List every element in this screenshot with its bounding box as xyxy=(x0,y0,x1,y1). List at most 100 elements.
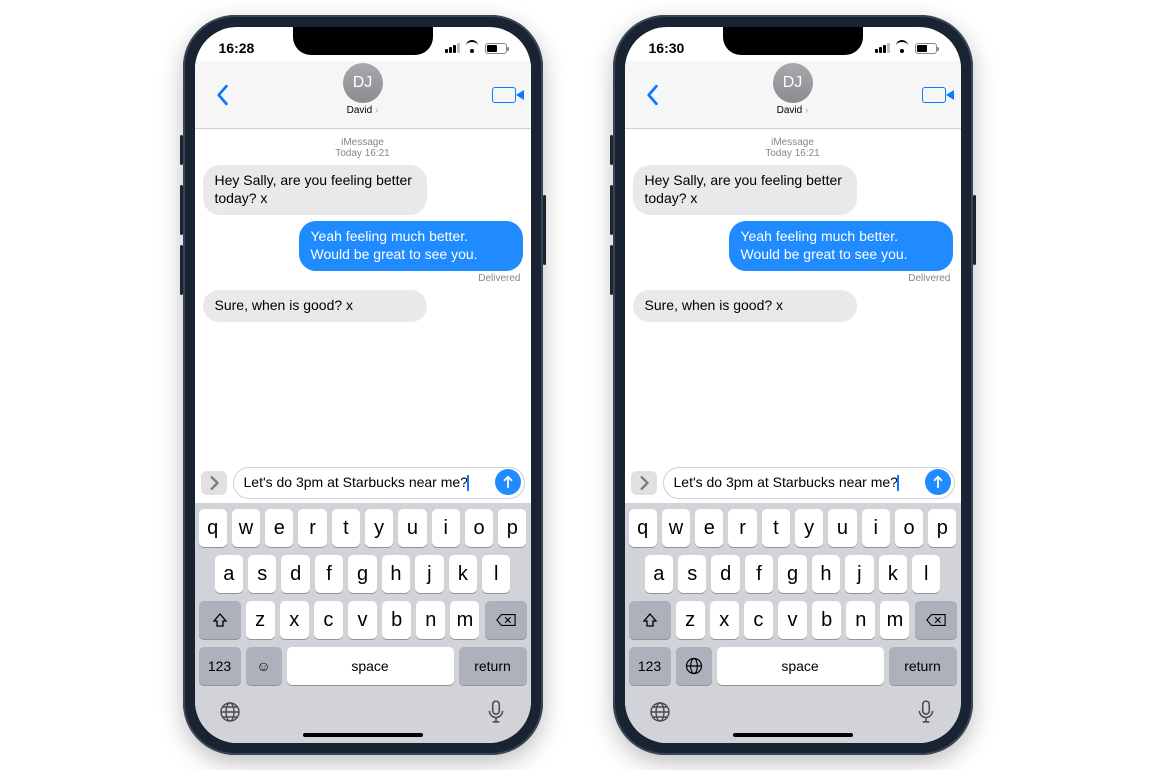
key-e[interactable]: e xyxy=(695,509,723,547)
emoji-key[interactable]: ☺ xyxy=(246,647,282,685)
key-q[interactable]: q xyxy=(199,509,227,547)
notch xyxy=(723,27,863,55)
key-z[interactable]: z xyxy=(676,601,705,639)
chevron-right-icon: › xyxy=(375,105,378,116)
delete-key[interactable] xyxy=(485,601,527,639)
home-indicator[interactable] xyxy=(733,733,853,737)
key-h[interactable]: h xyxy=(382,555,410,593)
avatar: DJ xyxy=(773,63,813,103)
key-c[interactable]: c xyxy=(314,601,343,639)
return-key[interactable]: return xyxy=(889,647,957,685)
back-button[interactable] xyxy=(637,84,667,106)
key-d[interactable]: d xyxy=(281,555,309,593)
key-k[interactable]: k xyxy=(879,555,907,593)
key-i[interactable]: i xyxy=(862,509,890,547)
message-out[interactable]: Yeah feeling much better. Would be great… xyxy=(729,221,953,271)
key-b[interactable]: b xyxy=(812,601,841,639)
key-n[interactable]: n xyxy=(416,601,445,639)
shift-key[interactable] xyxy=(629,601,671,639)
key-l[interactable]: l xyxy=(912,555,940,593)
key-g[interactable]: g xyxy=(348,555,376,593)
key-a[interactable]: a xyxy=(645,555,673,593)
space-key[interactable]: space xyxy=(287,647,454,685)
send-button[interactable] xyxy=(925,469,951,495)
key-a[interactable]: a xyxy=(215,555,243,593)
facetime-button[interactable] xyxy=(489,87,519,103)
key-t[interactable]: t xyxy=(332,509,360,547)
key-e[interactable]: e xyxy=(265,509,293,547)
message-thread[interactable]: iMessageToday 16:21 Hey Sally, are you f… xyxy=(625,129,961,461)
globe-icon[interactable] xyxy=(647,699,673,725)
key-v[interactable]: v xyxy=(778,601,807,639)
contact-info[interactable]: DJ David › xyxy=(773,63,813,116)
contact-info[interactable]: DJ David › xyxy=(343,63,383,116)
key-x[interactable]: x xyxy=(710,601,739,639)
key-n[interactable]: n xyxy=(846,601,875,639)
key-t[interactable]: t xyxy=(762,509,790,547)
notch xyxy=(293,27,433,55)
back-button[interactable] xyxy=(207,84,237,106)
key-p[interactable]: p xyxy=(928,509,956,547)
key-r[interactable]: r xyxy=(298,509,326,547)
key-j[interactable]: j xyxy=(845,555,873,593)
keyboard: qwertyuiop asdfghjkl zxcvbnm 123 ☺ space… xyxy=(195,503,531,743)
key-y[interactable]: y xyxy=(795,509,823,547)
key-i[interactable]: i xyxy=(432,509,460,547)
cellular-icon xyxy=(444,40,460,56)
globe-icon[interactable] xyxy=(217,699,243,725)
key-x[interactable]: x xyxy=(280,601,309,639)
numeric-key[interactable]: 123 xyxy=(629,647,671,685)
key-s[interactable]: s xyxy=(248,555,276,593)
home-indicator[interactable] xyxy=(303,733,423,737)
return-key[interactable]: return xyxy=(459,647,527,685)
key-b[interactable]: b xyxy=(382,601,411,639)
shift-key[interactable] xyxy=(199,601,241,639)
key-f[interactable]: f xyxy=(315,555,343,593)
key-u[interactable]: u xyxy=(398,509,426,547)
message-in[interactable]: Sure, when is good? x xyxy=(633,290,857,322)
key-m[interactable]: m xyxy=(880,601,909,639)
key-d[interactable]: d xyxy=(711,555,739,593)
mic-icon[interactable] xyxy=(913,699,939,725)
send-button[interactable] xyxy=(495,469,521,495)
key-k[interactable]: k xyxy=(449,555,477,593)
key-c[interactable]: c xyxy=(744,601,773,639)
key-o[interactable]: o xyxy=(465,509,493,547)
message-in[interactable]: Hey Sally, are you feeling better today?… xyxy=(203,165,427,215)
key-w[interactable]: w xyxy=(232,509,260,547)
key-g[interactable]: g xyxy=(778,555,806,593)
message-thread[interactable]: iMessageToday 16:21 Hey Sally, are you f… xyxy=(195,129,531,461)
message-in[interactable]: Sure, when is good? x xyxy=(203,290,427,322)
mic-icon[interactable] xyxy=(483,699,509,725)
key-j[interactable]: j xyxy=(415,555,443,593)
key-o[interactable]: o xyxy=(895,509,923,547)
key-r[interactable]: r xyxy=(728,509,756,547)
apps-toggle-button[interactable] xyxy=(631,471,657,495)
key-s[interactable]: s xyxy=(678,555,706,593)
conversation-header: DJ David › xyxy=(625,61,961,129)
key-f[interactable]: f xyxy=(745,555,773,593)
key-w[interactable]: w xyxy=(662,509,690,547)
chevron-right-icon: › xyxy=(805,105,808,116)
status-time: 16:30 xyxy=(649,40,685,56)
message-in[interactable]: Hey Sally, are you feeling better today?… xyxy=(633,165,857,215)
key-z[interactable]: z xyxy=(246,601,275,639)
apps-toggle-button[interactable] xyxy=(201,471,227,495)
message-input[interactable]: Let's do 3pm at Starbucks near me? xyxy=(233,467,525,499)
delete-key[interactable] xyxy=(915,601,957,639)
facetime-button[interactable] xyxy=(919,87,949,103)
key-q[interactable]: q xyxy=(629,509,657,547)
key-l[interactable]: l xyxy=(482,555,510,593)
message-input[interactable]: Let's do 3pm at Starbucks near me? xyxy=(663,467,955,499)
thread-meta: iMessageToday 16:21 xyxy=(203,137,523,159)
message-out[interactable]: Yeah feeling much better. Would be great… xyxy=(299,221,523,271)
key-h[interactable]: h xyxy=(812,555,840,593)
key-p[interactable]: p xyxy=(498,509,526,547)
numeric-key[interactable]: 123 xyxy=(199,647,241,685)
globe-key[interactable] xyxy=(676,647,712,685)
space-key[interactable]: space xyxy=(717,647,884,685)
key-y[interactable]: y xyxy=(365,509,393,547)
key-v[interactable]: v xyxy=(348,601,377,639)
key-m[interactable]: m xyxy=(450,601,479,639)
key-u[interactable]: u xyxy=(828,509,856,547)
